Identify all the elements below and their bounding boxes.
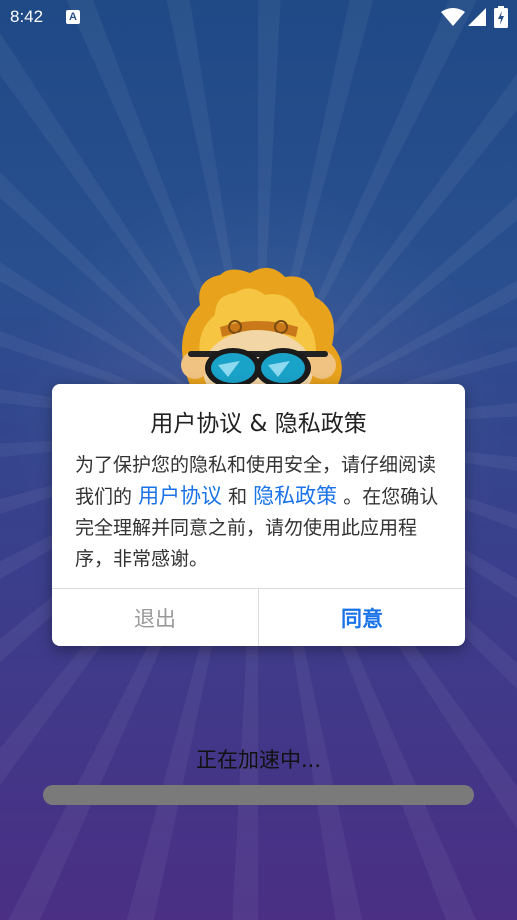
body-text-and: 和 bbox=[228, 486, 248, 508]
privacy-policy-link[interactable]: 隐私政策 bbox=[253, 484, 337, 508]
user-agreement-link[interactable]: 用户协议 bbox=[138, 484, 222, 508]
progress-bar bbox=[43, 785, 474, 805]
dialog-title: 用户协议 & 隐私政策 bbox=[150, 411, 367, 437]
dialog-body: 为了保护您的隐私和使用安全，请仔细阅读我们的 用户协议 和 隐私政策 。在您确认… bbox=[75, 450, 445, 575]
dialog-button-row: 退出 同意 bbox=[52, 588, 465, 646]
agree-button[interactable]: 同意 bbox=[259, 589, 465, 646]
agreement-dialog: 用户协议 & 隐私政策 为了保护您的隐私和使用安全，请仔细阅读我们的 用户协议 … bbox=[52, 384, 465, 646]
exit-button[interactable]: 退出 bbox=[52, 589, 259, 646]
loading-text: 正在加速中... bbox=[195, 748, 322, 772]
